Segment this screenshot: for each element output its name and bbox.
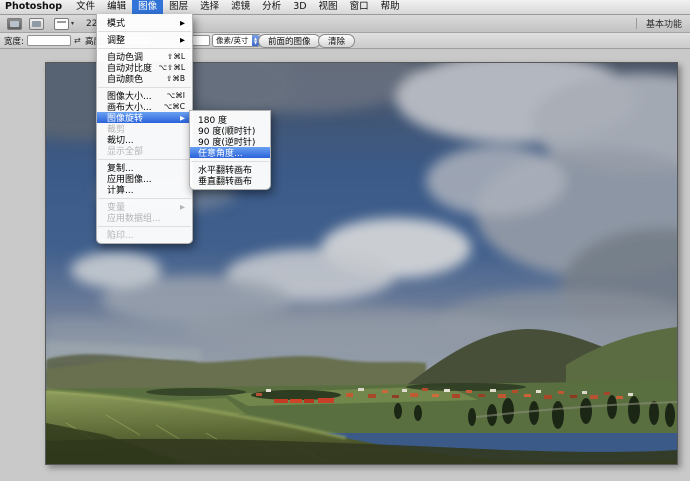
swap-dimensions-icon[interactable]: ⇄: [74, 33, 81, 48]
workspace-switcher[interactable]: 基本功能: [646, 17, 682, 30]
menu-file[interactable]: 文件: [70, 0, 101, 14]
menu-separator: [98, 226, 191, 227]
menu-item-reveal-all: 显示全部: [97, 145, 192, 156]
menu-3d[interactable]: 3D: [287, 0, 312, 14]
menu-bar: Photoshop 文件 编辑 图像 图层 选择 滤镜 分析 3D 视图 窗口 …: [0, 0, 690, 15]
clear-button[interactable]: 清除: [318, 34, 355, 48]
submenu-arrow-icon: ▶: [180, 36, 185, 44]
menu-item-auto-color[interactable]: 自动颜色⇧⌘B: [97, 73, 192, 84]
menu-separator: [98, 198, 191, 199]
width-input[interactable]: [27, 35, 71, 46]
submenu-arrow-icon: ▶: [180, 114, 185, 122]
divider: [636, 18, 637, 29]
menu-separator: [98, 48, 191, 49]
image-menu-dropdown: 模式▶ 调整▶ 自动色调⇧⌘L 自动对比度⌥⇧⌘L 自动颜色⇧⌘B 图像大小..…: [96, 14, 193, 244]
menu-item-trap: 陷印...: [97, 229, 192, 240]
submenu-arrow-icon: ▶: [180, 19, 185, 27]
menu-photoshop[interactable]: Photoshop: [0, 0, 70, 14]
menu-item-apply-data-set: 应用数据组...: [97, 212, 192, 223]
menu-view[interactable]: 视图: [313, 0, 344, 14]
menu-item-adjustments[interactable]: 调整▶: [97, 34, 192, 45]
menu-select[interactable]: 选择: [194, 0, 225, 14]
width-label: 宽度:: [4, 33, 24, 48]
menu-item-arbitrary[interactable]: 任意角度...: [190, 147, 270, 158]
bridge-icon[interactable]: [7, 18, 22, 30]
screen-mode-icon[interactable]: [54, 18, 69, 30]
menu-item-calculations[interactable]: 计算...: [97, 184, 192, 195]
menu-separator: [191, 161, 269, 162]
menu-filter[interactable]: 滤镜: [225, 0, 256, 14]
menu-window[interactable]: 窗口: [344, 0, 375, 14]
view-extras-icon[interactable]: [29, 18, 44, 30]
menu-separator: [98, 159, 191, 160]
menu-layer[interactable]: 图层: [163, 0, 194, 14]
menu-image[interactable]: 图像: [132, 0, 163, 14]
resolution-unit-dropdown[interactable]: 像素/英寸 ▲▼: [212, 34, 261, 47]
submenu-arrow-icon: ▶: [180, 203, 185, 211]
menu-separator: [98, 87, 191, 88]
image-rotation-submenu: 180 度 90 度(顺时针) 90 度(逆时针) 任意角度... 水平翻转画布…: [189, 110, 271, 190]
menu-separator: [98, 31, 191, 32]
resolution-unit-value: 像素/英寸: [216, 35, 249, 46]
menu-item-flip-vertical[interactable]: 垂直翻转画布: [190, 175, 270, 186]
menu-help[interactable]: 帮助: [375, 0, 406, 14]
menu-analysis[interactable]: 分析: [256, 0, 287, 14]
menu-edit[interactable]: 编辑: [101, 0, 132, 14]
front-image-button[interactable]: 前面的图像: [258, 34, 321, 48]
chevron-down-icon: ▾: [71, 20, 74, 27]
menu-item-mode[interactable]: 模式▶: [97, 17, 192, 28]
